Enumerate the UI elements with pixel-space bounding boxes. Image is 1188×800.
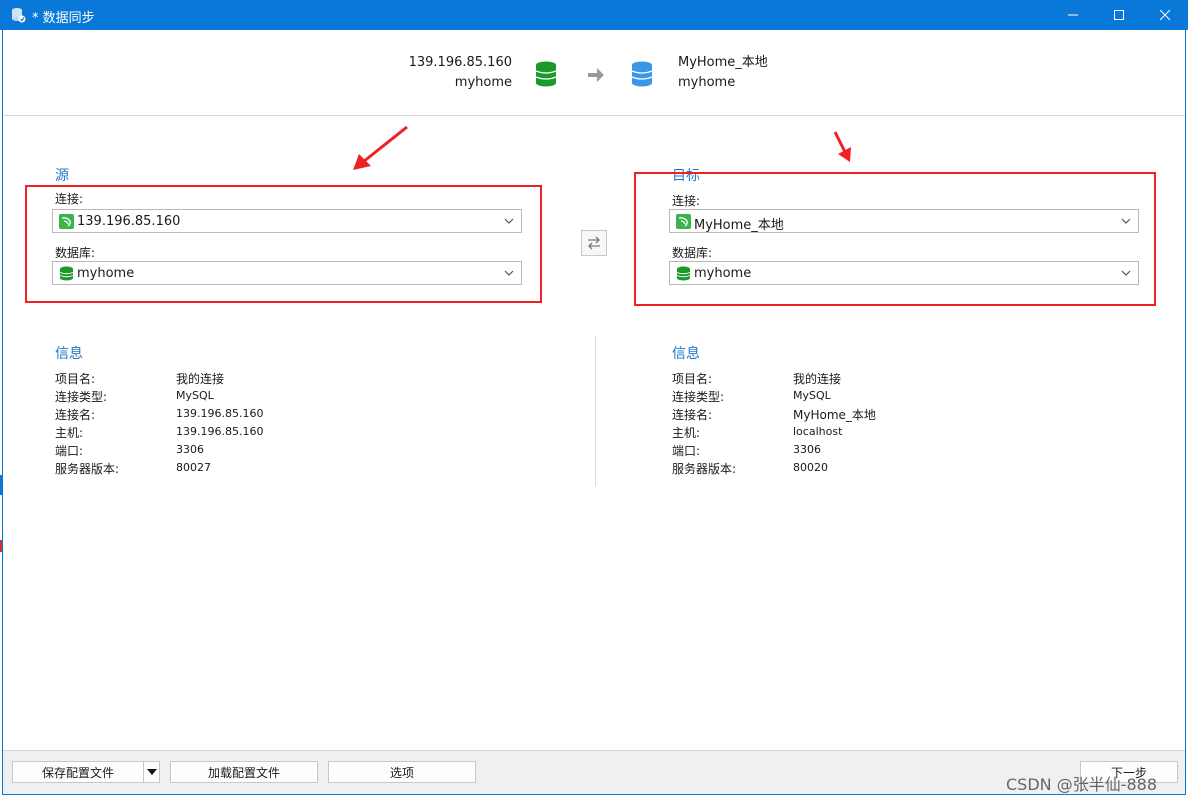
save-profile-dropdown-button[interactable] <box>143 761 160 783</box>
load-profile-label: 加载配置文件 <box>207 765 280 780</box>
save-profile-button[interactable]: 保存配置文件 <box>12 761 144 783</box>
source-connection-select[interactable]: 139.196.85.160 <box>52 209 522 233</box>
database-icon <box>676 266 691 281</box>
sync-summary-header: 139.196.85.160 myhome MyHome_本地 myhome <box>3 30 1185 116</box>
swap-source-target-button[interactable] <box>581 230 607 256</box>
source-connection-value: 139.196.85.160 <box>77 214 181 229</box>
source-info-key: 连接名: <box>55 408 96 422</box>
options-label: 选项 <box>389 765 414 780</box>
close-icon <box>1159 9 1171 21</box>
source-connection-label: 连接: <box>55 192 84 206</box>
target-info-title: 信息 <box>672 346 700 362</box>
window-border-right <box>1185 30 1186 794</box>
target-info-key: 端口: <box>672 444 701 458</box>
target-info-key: 主机: <box>672 426 701 440</box>
close-button[interactable] <box>1142 0 1188 30</box>
target-info-key: 连接名: <box>672 408 713 422</box>
source-info-value: 139.196.85.160 <box>176 425 264 438</box>
target-info-key: 服务器版本: <box>672 462 737 476</box>
mysql-connection-icon <box>59 214 74 229</box>
chevron-down-icon <box>1121 270 1131 276</box>
chevron-down-icon <box>1121 218 1131 224</box>
target-database-select[interactable]: myhome <box>669 261 1139 285</box>
target-database-value: myhome <box>694 266 752 281</box>
source-database-value: myhome <box>77 266 135 281</box>
source-info-value: 80027 <box>176 461 211 474</box>
target-connection-select[interactable]: MyHome_本地 <box>669 209 1139 233</box>
minimize-icon <box>1068 14 1078 16</box>
maximize-button[interactable] <box>1096 0 1142 30</box>
caret-down-icon <box>146 769 157 775</box>
chevron-down-icon <box>504 270 514 276</box>
watermark: CSDN @张半仙-888 <box>1006 775 1158 794</box>
source-database-icon <box>535 61 557 87</box>
minimize-button[interactable] <box>1050 0 1096 30</box>
source-info-value: 我的连接 <box>176 372 225 386</box>
save-profile-label: 保存配置文件 <box>41 765 114 780</box>
target-info-value: localhost <box>793 425 843 438</box>
target-database-label: 数据库: <box>672 246 713 260</box>
target-info-key: 项目名: <box>672 372 713 386</box>
source-info-key: 项目名: <box>55 372 96 386</box>
chevron-down-icon <box>504 218 514 224</box>
source-highlight-box <box>25 185 542 303</box>
source-info-value: 3306 <box>176 443 204 456</box>
options-button[interactable]: 选项 <box>328 761 476 783</box>
target-connection-label: 连接: <box>672 194 701 208</box>
sync-direction-arrow-icon <box>588 68 604 82</box>
info-divider <box>595 336 596 486</box>
window-title: * 数据同步 <box>32 11 95 26</box>
header-source-host: 139.196.85.160 <box>408 55 512 70</box>
header-target-host: MyHome_本地 <box>678 55 768 70</box>
source-info-value: MySQL <box>176 389 214 402</box>
window-border-left <box>2 30 3 794</box>
database-icon <box>59 266 74 281</box>
app-icon <box>12 8 26 23</box>
target-info-value: 80020 <box>793 461 828 474</box>
header-source-database: myhome <box>454 75 512 90</box>
target-database-icon <box>631 61 653 87</box>
target-highlight-box <box>634 172 1156 306</box>
source-info-key: 服务器版本: <box>55 462 120 476</box>
target-info-key: 连接类型: <box>672 390 725 404</box>
source-database-label: 数据库: <box>55 246 96 260</box>
source-info-key: 主机: <box>55 426 84 440</box>
target-info-value: MySQL <box>793 389 831 402</box>
source-info-title: 信息 <box>55 346 83 362</box>
load-profile-button[interactable]: 加载配置文件 <box>170 761 318 783</box>
target-info-value: MyHome_本地 <box>793 408 876 422</box>
annotation-arrow-right <box>833 131 851 162</box>
target-info-value: 我的连接 <box>793 372 842 386</box>
annotation-arrow-left <box>353 125 408 170</box>
source-info-key: 端口: <box>55 444 84 458</box>
mysql-connection-icon <box>676 214 691 229</box>
source-info-value: 139.196.85.160 <box>176 407 264 420</box>
target-info-value: 3306 <box>793 443 821 456</box>
header-target-database: myhome <box>678 75 736 90</box>
source-info-key: 连接类型: <box>55 390 108 404</box>
maximize-icon <box>1114 10 1124 20</box>
target-connection-value: MyHome_本地 <box>694 218 784 233</box>
source-section-title: 源 <box>55 168 69 184</box>
title-bar: * 数据同步 <box>0 0 1188 30</box>
source-database-select[interactable]: myhome <box>52 261 522 285</box>
swap-icon <box>588 236 600 250</box>
